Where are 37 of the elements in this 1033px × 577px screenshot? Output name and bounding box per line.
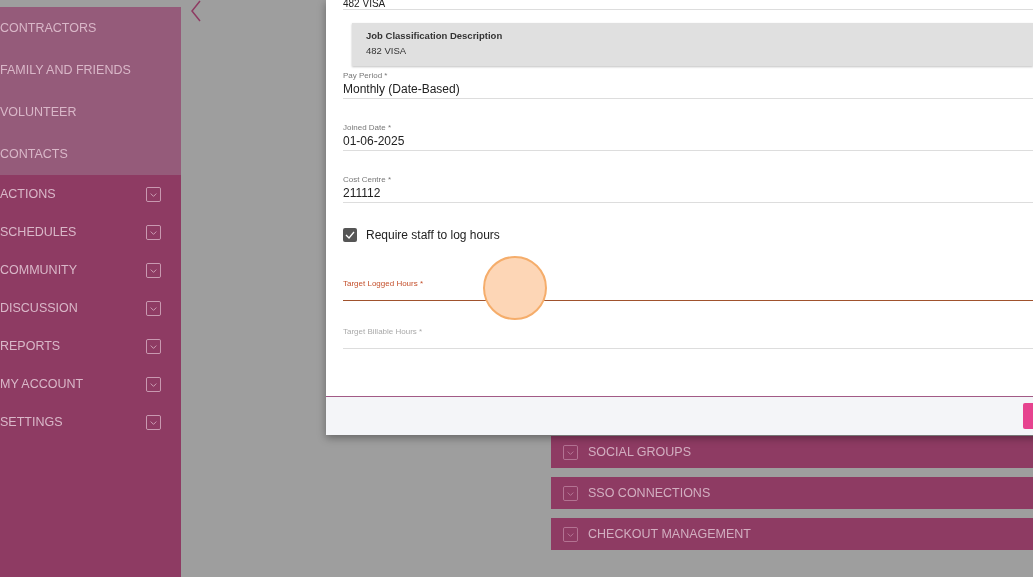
input-field[interactable]: Cost Centre * 211112 [343,175,1033,203]
sidebar-item[interactable]: MY ACCOUNT [0,377,84,391]
panel-title: CHECKOUT MANAGEMENT [588,527,751,541]
expand-icon [563,526,578,542]
field-value[interactable]: 482 VISA [343,0,1033,10]
sidebar-item[interactable]: REPORTS [0,339,61,353]
expand-icon [146,338,161,354]
section-panel[interactable]: SSO CONNECTIONS [551,477,1033,509]
checkbox-label: Require staff to log hours [366,228,500,242]
expand-icon [146,414,161,430]
sidebar-item[interactable]: SETTINGS [0,415,63,429]
back-icon[interactable] [190,0,202,22]
panel-title: SOCIAL GROUPS [588,445,692,459]
sidebar-item[interactable]: CONTACTS [0,133,181,175]
card-value: 482 VISA [366,45,408,56]
expand-icon [146,376,161,392]
expand-icon [563,485,578,501]
input-field[interactable]: Pay Period * Monthly (Date-Based) [343,71,1033,99]
expand-icon [146,300,161,316]
sidebar-item[interactable]: SCHEDULES [0,225,77,239]
expand-icon [146,224,161,240]
sidebar-item[interactable]: CONTRACTORS [0,7,181,49]
card-title: Job Classification Description [366,30,504,41]
sidebar-item[interactable]: FAMILY AND FRIENDS [0,49,181,91]
sidebar-item[interactable]: ACTIONS [0,187,56,201]
sidebar-item[interactable]: COMMUNITY [0,263,78,277]
section-panel[interactable]: SOCIAL GROUPS [551,436,1033,468]
expand-icon [146,262,161,278]
input-field[interactable]: Target Billable Hours * [343,327,1033,349]
input-field[interactable]: Joined Date * 01-06-2025 [343,123,1033,151]
section-panel[interactable]: CHECKOUT MANAGEMENT [551,518,1033,550]
expand-icon [563,444,578,460]
checkbox[interactable] [343,228,357,242]
sidebar-item[interactable]: VOLUNTEER [0,91,181,133]
sidebar-item[interactable]: DISCUSSION [0,301,78,315]
panel-title: SSO CONNECTIONS [588,486,711,500]
expand-icon [146,186,161,202]
